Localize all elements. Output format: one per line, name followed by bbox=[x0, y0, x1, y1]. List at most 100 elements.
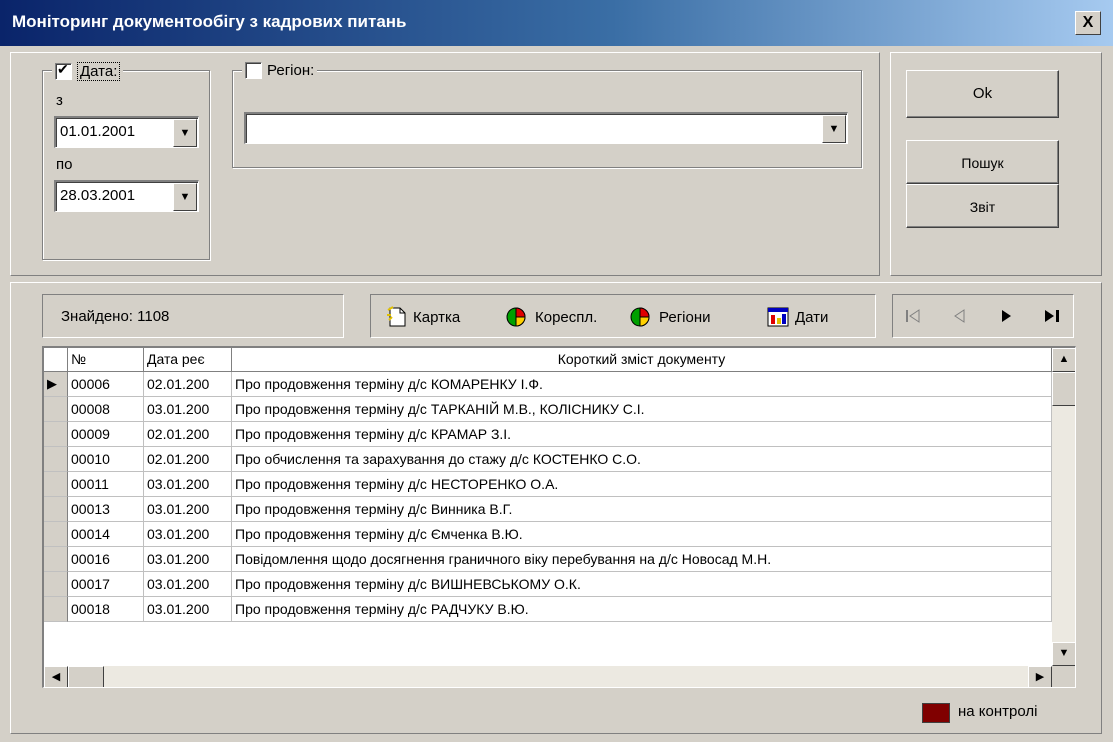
report-button[interactable]: Звіт bbox=[906, 184, 1059, 228]
vertical-scrollbar[interactable]: ▲ ▼ bbox=[1052, 348, 1075, 666]
chevron-down-icon[interactable]: ▼ bbox=[822, 115, 846, 143]
regions-button[interactable]: Регіони bbox=[629, 303, 711, 331]
grid-body: № Дата реє Короткий зміст документу ▶ 000… bbox=[44, 348, 1052, 666]
documents-grid[interactable]: № Дата реє Короткий зміст документу ▶ 000… bbox=[42, 346, 1076, 688]
row-indicator[interactable] bbox=[44, 547, 68, 572]
table-row[interactable]: 00014 03.01.200 Про продовження терміну д/… bbox=[44, 522, 1052, 547]
cell-date: 02.01.200 bbox=[144, 447, 232, 472]
scroll-left-icon[interactable]: ◀ bbox=[44, 666, 68, 687]
nav-last-icon[interactable] bbox=[1043, 309, 1061, 323]
table-row[interactable]: 00013 03.01.200 Про продовження терміну д/… bbox=[44, 497, 1052, 522]
column-header-summary[interactable]: Короткий зміст документу bbox=[232, 348, 1052, 372]
from-date-value: 01.01.2001 bbox=[60, 123, 136, 140]
cell-number: 00010 bbox=[68, 447, 144, 472]
cell-date: 03.01.200 bbox=[144, 397, 232, 422]
row-indicator[interactable] bbox=[44, 472, 68, 497]
nav-prev-icon[interactable] bbox=[951, 309, 967, 323]
toolbar: Картка Кореспл. Регіони Дати bbox=[370, 294, 876, 338]
nav-next-icon[interactable] bbox=[999, 309, 1015, 323]
row-indicator[interactable] bbox=[44, 572, 68, 597]
table-row[interactable]: 00009 02.01.200 Про продовження терміну д/… bbox=[44, 422, 1052, 447]
cell-summary: Про продовження терміну д/с НЕСТОРЕНКО О… bbox=[232, 472, 1052, 497]
column-header-date[interactable]: Дата реє bbox=[144, 348, 232, 372]
current-row-indicator-icon[interactable]: ▶ bbox=[44, 372, 68, 397]
nav-first-icon[interactable] bbox=[905, 309, 923, 323]
row-indicator[interactable] bbox=[44, 597, 68, 622]
close-button[interactable]: X bbox=[1075, 11, 1101, 35]
document-icon bbox=[387, 306, 406, 327]
row-indicator[interactable] bbox=[44, 397, 68, 422]
cell-date: 03.01.200 bbox=[144, 522, 232, 547]
table-row[interactable]: 00017 03.01.200 Про продовження терміну д/… bbox=[44, 572, 1052, 597]
control-legend-swatch bbox=[922, 703, 950, 723]
found-box: Знайдено: 1108 bbox=[42, 294, 344, 338]
cell-number: 00016 bbox=[68, 547, 144, 572]
region-combo[interactable]: ▼ bbox=[244, 112, 848, 144]
indicator-header bbox=[44, 348, 68, 372]
cell-date: 03.01.200 bbox=[144, 547, 232, 572]
close-icon: X bbox=[1082, 14, 1094, 31]
table-row[interactable]: 00018 03.01.200 Про продовження терміну д/… bbox=[44, 597, 1052, 622]
table-row[interactable]: 00010 02.01.200 Про обчислення та зарахува… bbox=[44, 447, 1052, 472]
corresp-button[interactable]: Кореспл. bbox=[505, 303, 597, 331]
window-title: Моніторинг документообігу з кадрових пит… bbox=[12, 12, 407, 31]
horizontal-scrollbar[interactable]: ◀ ▶ bbox=[44, 666, 1052, 687]
cell-summary: Про продовження терміну д/с Винника В.Г. bbox=[232, 497, 1052, 522]
scroll-up-icon[interactable]: ▲ bbox=[1052, 348, 1075, 372]
row-indicator[interactable] bbox=[44, 422, 68, 447]
row-indicator[interactable] bbox=[44, 447, 68, 472]
cell-date: 02.01.200 bbox=[144, 422, 232, 447]
cell-summary: Про продовження терміну д/с КРАМАР З.І. bbox=[232, 422, 1052, 447]
dates-button[interactable]: Дати bbox=[767, 303, 828, 331]
cell-number: 00006 bbox=[68, 372, 144, 397]
to-date-combo[interactable]: 28.03.2001 ▼ bbox=[54, 180, 199, 212]
cell-date: 03.01.200 bbox=[144, 497, 232, 522]
found-text: Знайдено: 1108 bbox=[61, 308, 170, 325]
scroll-thumb-vertical[interactable] bbox=[1052, 372, 1075, 406]
region-checkbox[interactable] bbox=[245, 62, 262, 79]
chevron-down-icon[interactable]: ▼ bbox=[173, 119, 197, 147]
card-button[interactable]: Картка bbox=[387, 303, 460, 331]
table-row[interactable]: 00008 03.01.200 Про продовження терміну д/… bbox=[44, 397, 1052, 422]
scroll-down-icon[interactable]: ▼ bbox=[1052, 642, 1075, 666]
region-label: Регіон: bbox=[267, 62, 315, 79]
cell-number: 00013 bbox=[68, 497, 144, 522]
row-indicator[interactable] bbox=[44, 497, 68, 522]
card-label: Картка bbox=[413, 308, 461, 326]
table-row[interactable]: 00016 03.01.200 Повідомлення щодо досягнен… bbox=[44, 547, 1052, 572]
cell-number: 00011 bbox=[68, 472, 144, 497]
pie-chart-icon bbox=[506, 307, 526, 327]
table-row[interactable]: 00011 03.01.200 Про продовження терміну д/… bbox=[44, 472, 1052, 497]
scrollbar-corner bbox=[1052, 666, 1075, 687]
chevron-down-icon[interactable]: ▼ bbox=[173, 183, 197, 211]
scroll-thumb-horizontal[interactable] bbox=[68, 666, 104, 687]
corresp-label: Кореспл. bbox=[535, 308, 598, 326]
cell-number: 00008 bbox=[68, 397, 144, 422]
from-label: з bbox=[56, 92, 63, 109]
from-date-combo[interactable]: 01.01.2001 ▼ bbox=[54, 116, 199, 148]
region-group-header: Регіон: bbox=[242, 62, 318, 79]
cell-summary: Повідомлення щодо досягнення граничного … bbox=[232, 547, 1052, 572]
cell-number: 00014 bbox=[68, 522, 144, 547]
cell-summary: Про продовження терміну д/с ТАРКАНІЙ М.В… bbox=[232, 397, 1052, 422]
scroll-right-icon[interactable]: ▶ bbox=[1028, 666, 1052, 687]
cell-date: 02.01.200 bbox=[144, 372, 232, 397]
cell-number: 00017 bbox=[68, 572, 144, 597]
cell-summary: Про продовження терміну д/с РАДЧУКУ В.Ю. bbox=[232, 597, 1052, 622]
cell-number: 00018 bbox=[68, 597, 144, 622]
pie-chart-icon bbox=[630, 307, 650, 327]
title-bar: Моніторинг документообігу з кадрових пит… bbox=[0, 0, 1113, 46]
record-navigator bbox=[892, 294, 1074, 338]
table-row[interactable]: ▶ 00006 02.01.200 Про продовження терміну д… bbox=[44, 372, 1052, 397]
column-header-number[interactable]: № bbox=[68, 348, 144, 372]
date-checkbox[interactable] bbox=[55, 61, 72, 80]
row-indicator[interactable] bbox=[44, 522, 68, 547]
to-date-value: 28.03.2001 bbox=[60, 187, 136, 204]
cell-summary: Про продовження терміну д/с Ємченка В.Ю. bbox=[232, 522, 1052, 547]
date-group-header: Дата: bbox=[52, 61, 124, 81]
ok-button[interactable]: Ok bbox=[906, 70, 1059, 118]
search-button[interactable]: Пошук bbox=[906, 140, 1059, 184]
cell-summary: Про продовження терміну д/с ВИШНЕВСЬКОМУ… bbox=[232, 572, 1052, 597]
cell-number: 00009 bbox=[68, 422, 144, 447]
cell-date: 03.01.200 bbox=[144, 572, 232, 597]
